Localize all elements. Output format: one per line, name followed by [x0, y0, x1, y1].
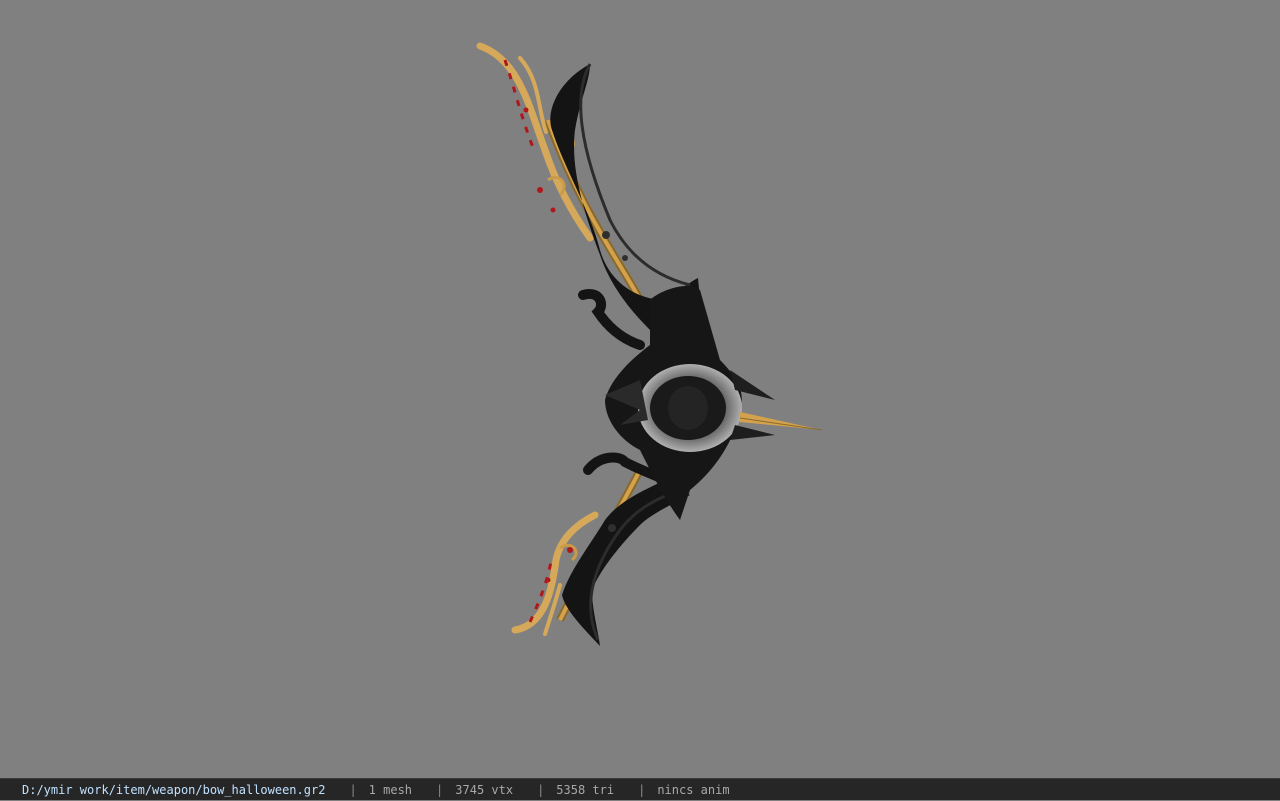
bow-model[interactable]: [0, 0, 1280, 778]
separator: |: [349, 782, 357, 797]
3d-viewport[interactable]: [0, 0, 1280, 778]
separator: |: [436, 782, 444, 797]
vertex-count: 3745 vtx: [455, 782, 514, 797]
file-path: D:/ymir work/item/weapon/bow_halloween.g…: [22, 782, 326, 797]
mesh-count: 1 mesh: [368, 782, 413, 797]
separator: |: [638, 782, 646, 797]
arrow-tip: [739, 412, 823, 431]
animation-status: nincs anim: [657, 782, 730, 797]
triangle-count: 5358 tri: [556, 782, 615, 797]
separator: |: [537, 782, 545, 797]
status-bar: D:/ymir work/item/weapon/bow_halloween.g…: [0, 778, 1280, 800]
